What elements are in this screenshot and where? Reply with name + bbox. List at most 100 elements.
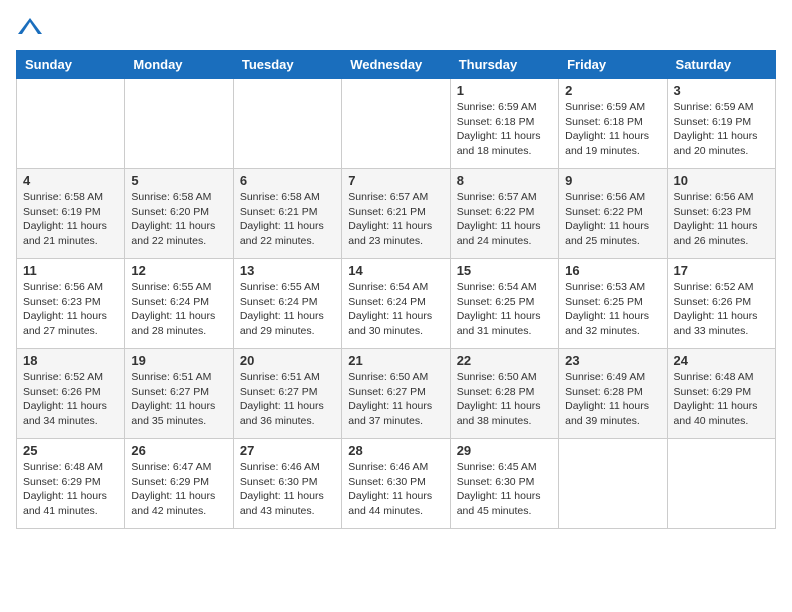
day-info: Sunrise: 6:58 AM Sunset: 6:19 PM Dayligh… [23, 190, 118, 249]
calendar-header-wednesday: Wednesday [342, 51, 450, 79]
day-info: Sunrise: 6:57 AM Sunset: 6:21 PM Dayligh… [348, 190, 443, 249]
calendar-header-row: SundayMondayTuesdayWednesdayThursdayFrid… [17, 51, 776, 79]
calendar-cell: 19 Sunrise: 6:51 AM Sunset: 6:27 PM Dayli… [125, 349, 233, 439]
day-number: 24 [674, 353, 769, 368]
calendar-cell: 21Sunrise: 6:50 AM Sunset: 6:27 PM Dayli… [342, 349, 450, 439]
day-info: Sunrise: 6:46 AM Sunset: 6:30 PM Dayligh… [240, 460, 335, 519]
day-info: Sunrise: 6:54 AM Sunset: 6:25 PM Dayligh… [457, 280, 552, 339]
day-number: 22 [457, 353, 552, 368]
calendar-cell: 8Sunrise: 6:57 AM Sunset: 6:22 PM Daylig… [450, 169, 558, 259]
day-number: 5 [131, 173, 226, 188]
calendar-cell: 18 Sunrise: 6:52 AM Sunset: 6:26 PM Dayli… [17, 349, 125, 439]
calendar-week-1: 4 Sunrise: 6:58 AM Sunset: 6:19 PM Daylig… [17, 169, 776, 259]
day-number: 13 [240, 263, 335, 278]
calendar-cell: 16 Sunrise: 6:53 AM Sunset: 6:25 PM Dayli… [559, 259, 667, 349]
calendar-cell: 1 Sunrise: 6:59 AM Sunset: 6:18 PM Daylig… [450, 79, 558, 169]
calendar-cell: 24Sunrise: 6:48 AM Sunset: 6:29 PM Dayli… [667, 349, 775, 439]
day-info: Sunrise: 6:58 AM Sunset: 6:21 PM Dayligh… [240, 190, 335, 249]
calendar-cell: 10Sunrise: 6:56 AM Sunset: 6:23 PM Dayli… [667, 169, 775, 259]
day-info: Sunrise: 6:46 AM Sunset: 6:30 PM Dayligh… [348, 460, 443, 519]
day-number: 20 [240, 353, 335, 368]
day-info: Sunrise: 6:47 AM Sunset: 6:29 PM Dayligh… [131, 460, 226, 519]
calendar-cell [342, 79, 450, 169]
day-number: 2 [565, 83, 660, 98]
calendar-cell: 6 Sunrise: 6:58 AM Sunset: 6:21 PM Daylig… [233, 169, 341, 259]
day-info: Sunrise: 6:51 AM Sunset: 6:27 PM Dayligh… [240, 370, 335, 429]
day-number: 7 [348, 173, 443, 188]
day-info: Sunrise: 6:48 AM Sunset: 6:29 PM Dayligh… [23, 460, 118, 519]
day-info: Sunrise: 6:55 AM Sunset: 6:24 PM Dayligh… [131, 280, 226, 339]
day-info: Sunrise: 6:49 AM Sunset: 6:28 PM Dayligh… [565, 370, 660, 429]
calendar-cell: 15 Sunrise: 6:54 AM Sunset: 6:25 PM Dayli… [450, 259, 558, 349]
day-info: Sunrise: 6:56 AM Sunset: 6:22 PM Dayligh… [565, 190, 660, 249]
calendar-week-2: 11 Sunrise: 6:56 AM Sunset: 6:23 PM Dayli… [17, 259, 776, 349]
day-number: 1 [457, 83, 552, 98]
day-number: 27 [240, 443, 335, 458]
day-info: Sunrise: 6:57 AM Sunset: 6:22 PM Dayligh… [457, 190, 552, 249]
calendar-cell: 2Sunrise: 6:59 AM Sunset: 6:18 PM Daylig… [559, 79, 667, 169]
calendar-cell: 20 Sunrise: 6:51 AM Sunset: 6:27 PM Dayli… [233, 349, 341, 439]
calendar-cell: 23 Sunrise: 6:49 AM Sunset: 6:28 PM Dayli… [559, 349, 667, 439]
calendar-cell: 27 Sunrise: 6:46 AM Sunset: 6:30 PM Dayli… [233, 439, 341, 529]
day-info: Sunrise: 6:52 AM Sunset: 6:26 PM Dayligh… [674, 280, 769, 339]
day-info: Sunrise: 6:50 AM Sunset: 6:28 PM Dayligh… [457, 370, 552, 429]
day-number: 18 [23, 353, 118, 368]
calendar-table: SundayMondayTuesdayWednesdayThursdayFrid… [16, 50, 776, 529]
calendar-header-tuesday: Tuesday [233, 51, 341, 79]
day-info: Sunrise: 6:59 AM Sunset: 6:18 PM Dayligh… [457, 100, 552, 159]
calendar-cell: 25 Sunrise: 6:48 AM Sunset: 6:29 PM Dayli… [17, 439, 125, 529]
day-number: 29 [457, 443, 552, 458]
day-number: 4 [23, 173, 118, 188]
day-number: 16 [565, 263, 660, 278]
day-number: 15 [457, 263, 552, 278]
day-number: 28 [348, 443, 443, 458]
calendar-header-friday: Friday [559, 51, 667, 79]
day-info: Sunrise: 6:58 AM Sunset: 6:20 PM Dayligh… [131, 190, 226, 249]
day-info: Sunrise: 6:52 AM Sunset: 6:26 PM Dayligh… [23, 370, 118, 429]
day-number: 19 [131, 353, 226, 368]
calendar-body: 1 Sunrise: 6:59 AM Sunset: 6:18 PM Daylig… [17, 79, 776, 529]
day-number: 23 [565, 353, 660, 368]
day-number: 6 [240, 173, 335, 188]
day-number: 14 [348, 263, 443, 278]
day-number: 9 [565, 173, 660, 188]
calendar-cell: 17 Sunrise: 6:52 AM Sunset: 6:26 PM Dayli… [667, 259, 775, 349]
day-number: 21 [348, 353, 443, 368]
day-info: Sunrise: 6:56 AM Sunset: 6:23 PM Dayligh… [23, 280, 118, 339]
header [16, 16, 776, 38]
day-number: 10 [674, 173, 769, 188]
calendar-week-3: 18 Sunrise: 6:52 AM Sunset: 6:26 PM Dayli… [17, 349, 776, 439]
calendar-cell: 3Sunrise: 6:59 AM Sunset: 6:19 PM Daylig… [667, 79, 775, 169]
calendar-cell [17, 79, 125, 169]
calendar-cell: 4 Sunrise: 6:58 AM Sunset: 6:19 PM Daylig… [17, 169, 125, 259]
calendar-cell [559, 439, 667, 529]
calendar-header-monday: Monday [125, 51, 233, 79]
day-number: 3 [674, 83, 769, 98]
calendar-cell: 22 Sunrise: 6:50 AM Sunset: 6:28 PM Dayli… [450, 349, 558, 439]
calendar-cell: 9 Sunrise: 6:56 AM Sunset: 6:22 PM Daylig… [559, 169, 667, 259]
day-info: Sunrise: 6:54 AM Sunset: 6:24 PM Dayligh… [348, 280, 443, 339]
day-info: Sunrise: 6:53 AM Sunset: 6:25 PM Dayligh… [565, 280, 660, 339]
calendar-cell: 11 Sunrise: 6:56 AM Sunset: 6:23 PM Dayli… [17, 259, 125, 349]
day-number: 17 [674, 263, 769, 278]
day-info: Sunrise: 6:51 AM Sunset: 6:27 PM Dayligh… [131, 370, 226, 429]
day-number: 25 [23, 443, 118, 458]
calendar-cell: 12Sunrise: 6:55 AM Sunset: 6:24 PM Dayli… [125, 259, 233, 349]
calendar-cell: 28 Sunrise: 6:46 AM Sunset: 6:30 PM Dayli… [342, 439, 450, 529]
calendar-header-thursday: Thursday [450, 51, 558, 79]
day-number: 26 [131, 443, 226, 458]
calendar-header-saturday: Saturday [667, 51, 775, 79]
calendar-cell: 26 Sunrise: 6:47 AM Sunset: 6:29 PM Dayli… [125, 439, 233, 529]
calendar-cell: 5 Sunrise: 6:58 AM Sunset: 6:20 PM Daylig… [125, 169, 233, 259]
day-info: Sunrise: 6:45 AM Sunset: 6:30 PM Dayligh… [457, 460, 552, 519]
calendar-cell [667, 439, 775, 529]
calendar-cell: 7 Sunrise: 6:57 AM Sunset: 6:21 PM Daylig… [342, 169, 450, 259]
calendar-cell: 14 Sunrise: 6:54 AM Sunset: 6:24 PM Dayli… [342, 259, 450, 349]
calendar-week-0: 1 Sunrise: 6:59 AM Sunset: 6:18 PM Daylig… [17, 79, 776, 169]
calendar-cell: 13 Sunrise: 6:55 AM Sunset: 6:24 PM Dayli… [233, 259, 341, 349]
calendar-cell [125, 79, 233, 169]
day-number: 11 [23, 263, 118, 278]
day-info: Sunrise: 6:55 AM Sunset: 6:24 PM Dayligh… [240, 280, 335, 339]
calendar-cell [233, 79, 341, 169]
calendar-cell: 29 Sunrise: 6:45 AM Sunset: 6:30 PM Dayli… [450, 439, 558, 529]
